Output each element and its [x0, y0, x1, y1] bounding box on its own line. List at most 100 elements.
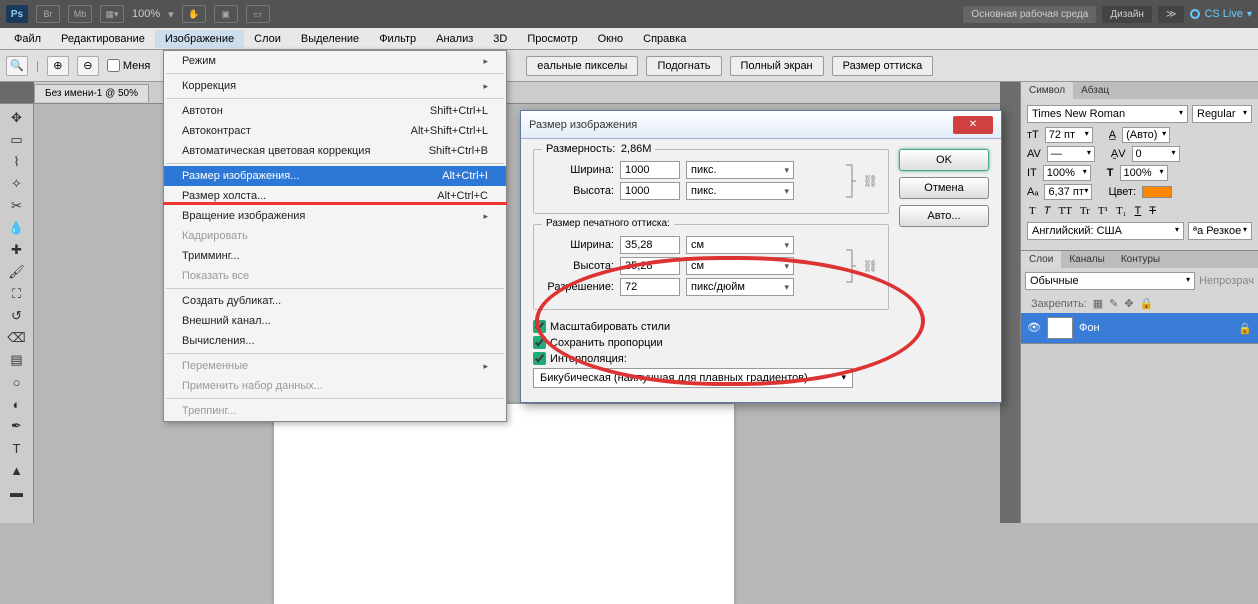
eyedropper-tool-icon[interactable]: 💧 — [5, 218, 29, 238]
tracking-field[interactable]: 0 — [1132, 146, 1180, 162]
full-screen-button[interactable]: Полный экран — [730, 56, 824, 76]
cancel-button[interactable]: Отмена — [899, 177, 989, 199]
wand-tool-icon[interactable]: ✧ — [5, 174, 29, 194]
layer-name[interactable]: Фон — [1079, 322, 1100, 334]
menu-autocolor[interactable]: Автоматическая цветовая коррекцияShift+C… — [164, 141, 506, 161]
viewmode-icon[interactable]: ▦▾ — [100, 5, 124, 23]
actual-pixels-button[interactable]: еальные пикселы — [526, 56, 638, 76]
history-brush-icon[interactable]: ↺ — [5, 306, 29, 326]
menu-help[interactable]: Справка — [633, 30, 696, 48]
dodge-tool-icon[interactable]: ◐ — [5, 394, 29, 414]
workspace-design[interactable]: Дизайн — [1102, 6, 1152, 23]
workspace-main[interactable]: Основная рабочая среда — [963, 6, 1096, 23]
baseline-field[interactable]: 6,37 пт — [1044, 184, 1092, 200]
lock-brush-icon[interactable]: ✎ — [1109, 297, 1118, 310]
menu-layers[interactable]: Слои — [244, 30, 291, 48]
collapsed-panels-strip[interactable] — [1000, 82, 1020, 523]
zoom-dropdown-icon[interactable]: ▾ — [168, 8, 174, 21]
menu-apply-image[interactable]: Внешний канал... — [164, 311, 506, 331]
crop-tool-icon[interactable]: ✂ — [5, 196, 29, 216]
cslive-button[interactable]: CS Live ▾ — [1190, 8, 1252, 20]
menu-calculations[interactable]: Вычисления... — [164, 331, 506, 351]
menu-analysis[interactable]: Анализ — [426, 30, 483, 48]
tool-preset-icon[interactable]: 🔍 — [6, 56, 28, 76]
gradient-tool-icon[interactable]: ▤ — [5, 350, 29, 370]
tab-channels[interactable]: Каналы — [1061, 251, 1113, 268]
eraser-tool-icon[interactable]: ⌫ — [5, 328, 29, 348]
constrain-proportions-checkbox[interactable]: Сохранить пропорции — [533, 336, 889, 349]
zoomin-icon[interactable]: ⊕ — [47, 56, 69, 76]
menu-apply-dataset[interactable]: Применить набор данных... — [164, 376, 506, 396]
lock-pixels-icon[interactable]: ▦ — [1093, 297, 1103, 310]
kerning-field[interactable]: — — [1047, 146, 1095, 162]
marquee-tool-icon[interactable]: ▭ — [5, 130, 29, 150]
print-height-input[interactable] — [620, 257, 680, 275]
print-width-input[interactable] — [620, 236, 680, 254]
menu-edit[interactable]: Редактирование — [51, 30, 155, 48]
menu-mode[interactable]: Режим — [164, 51, 506, 71]
document-tab[interactable]: Без имени-1 @ 50% — [34, 84, 149, 102]
height-unit-select[interactable]: пикс. — [686, 182, 794, 200]
menu-view[interactable]: Просмотр — [517, 30, 587, 48]
heal-tool-icon[interactable]: ✚ — [5, 240, 29, 260]
fit-screen-button[interactable]: Подогнать — [646, 56, 721, 76]
brush-tool-icon[interactable]: 🖌 — [5, 262, 29, 282]
hscale-field[interactable]: 100% — [1120, 165, 1168, 181]
auto-button[interactable]: Авто... — [899, 205, 989, 227]
menu-reveal-all[interactable]: Показать все — [164, 266, 506, 286]
blur-tool-icon[interactable]: ○ — [5, 372, 29, 392]
type-tool-icon[interactable]: T — [5, 438, 29, 458]
layer-row[interactable]: 👁 Фон 🔒 — [1021, 313, 1258, 343]
width-unit-select[interactable]: пикс. — [686, 161, 794, 179]
stamp-tool-icon[interactable]: ⛶ — [5, 284, 29, 304]
menu-trap[interactable]: Треппинг... — [164, 401, 506, 421]
menu-select[interactable]: Выделение — [291, 30, 369, 48]
resample-checkbox[interactable]: Интерполяция: — [533, 352, 889, 365]
tab-paths[interactable]: Контуры — [1113, 251, 1168, 268]
tab-paragraph[interactable]: Абзац — [1073, 82, 1117, 99]
blend-mode-select[interactable]: Обычные — [1025, 272, 1195, 290]
resolution-unit[interactable]: пикс/дюйм — [686, 278, 794, 296]
resize-windows-checkbox[interactable]: Меня — [107, 59, 150, 72]
pen-tool-icon[interactable]: ✒ — [5, 416, 29, 436]
menu-rotate[interactable]: Вращение изображения — [164, 206, 506, 226]
arrange-icon[interactable]: ▣ — [214, 5, 238, 23]
zoomout-icon[interactable]: ⊖ — [77, 56, 99, 76]
antialias-select[interactable]: ªa Резкое — [1188, 222, 1252, 240]
lasso-tool-icon[interactable]: ⌇ — [5, 152, 29, 172]
vscale-field[interactable]: 100% — [1043, 165, 1091, 181]
menu-autocontrast[interactable]: АвтоконтрастAlt+Shift+Ctrl+L — [164, 121, 506, 141]
menu-autotone[interactable]: АвтотонShift+Ctrl+L — [164, 101, 506, 121]
scale-styles-checkbox[interactable]: Масштабировать стили — [533, 320, 889, 333]
font-size-field[interactable]: 72 пт — [1045, 127, 1093, 143]
menu-filter[interactable]: Фильтр — [369, 30, 426, 48]
menu-crop[interactable]: Кадрировать — [164, 226, 506, 246]
zoom-level[interactable]: 100% — [132, 8, 160, 20]
menu-3d[interactable]: 3D — [483, 30, 517, 48]
lock-all-icon[interactable]: 🔒 — [1140, 297, 1154, 310]
bridge-icon[interactable]: Br — [36, 5, 60, 23]
menu-trim[interactable]: Тримминг... — [164, 246, 506, 266]
type-style-buttons[interactable]: TTTTTrT¹T₁TT — [1027, 204, 1252, 218]
width-input[interactable] — [620, 161, 680, 179]
interpolation-select[interactable]: Бикубическая (наилучшая для плавных град… — [533, 368, 853, 388]
menu-image-size[interactable]: Размер изображения...Alt+Ctrl+I — [164, 166, 506, 186]
text-color-swatch[interactable] — [1142, 186, 1172, 198]
tab-layers[interactable]: Слои — [1021, 251, 1061, 268]
ok-button[interactable]: OK — [899, 149, 989, 171]
language-select[interactable]: Английский: США — [1027, 222, 1184, 240]
leading-field[interactable]: (Авто) — [1122, 127, 1170, 143]
shape-tool-icon[interactable]: ▬ — [5, 482, 29, 502]
menu-window[interactable]: Окно — [588, 30, 634, 48]
path-select-icon[interactable]: ▲ — [5, 460, 29, 480]
resolution-input[interactable] — [620, 278, 680, 296]
height-input[interactable] — [620, 182, 680, 200]
minibridge-icon[interactable]: Mb — [68, 5, 92, 23]
tab-handle[interactable] — [0, 82, 34, 103]
move-tool-icon[interactable]: ✥ — [5, 108, 29, 128]
workspace-more-icon[interactable]: ≫ — [1158, 6, 1184, 23]
menu-duplicate[interactable]: Создать дубликат... — [164, 291, 506, 311]
screenmode-icon[interactable]: ▭ — [246, 5, 270, 23]
visibility-icon[interactable]: 👁 — [1027, 321, 1041, 335]
close-button[interactable]: ✕ — [953, 116, 993, 134]
